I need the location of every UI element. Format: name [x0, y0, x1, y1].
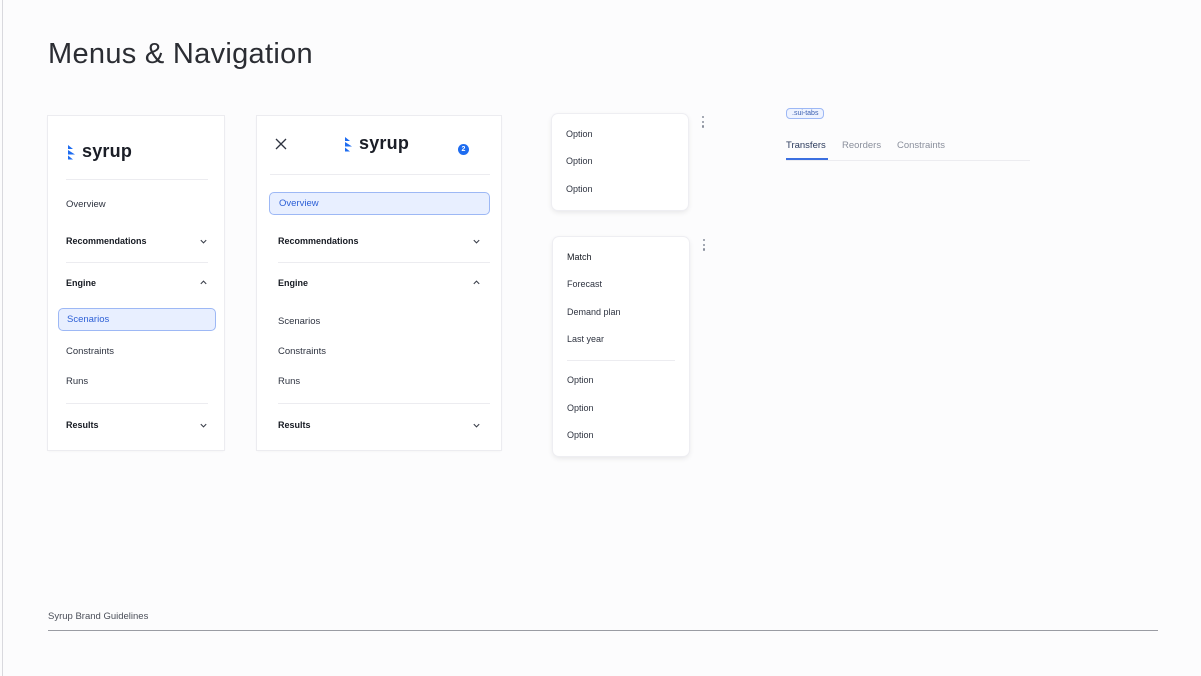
sidebar-item-recommendations[interactable]: Recommendations	[66, 235, 147, 247]
tab-baseline	[786, 160, 1030, 161]
brand-logo: syrup	[343, 133, 409, 154]
menu-item[interactable]: Option	[566, 156, 593, 166]
class-tag: .sui-tabs	[786, 108, 825, 119]
menu-item[interactable]: Option	[567, 375, 594, 385]
menu-item[interactable]: Option	[566, 129, 593, 139]
footer-divider	[48, 630, 1158, 631]
sidebar-item-overview[interactable]: Overview	[66, 198, 106, 210]
divider	[66, 262, 208, 263]
chevron-up-icon[interactable]	[472, 278, 481, 287]
dropdown-menu-grouped: Match Forecast Demand plan Last year Opt…	[553, 237, 689, 456]
menu-item-last-year[interactable]: Last year	[567, 334, 604, 344]
sidebar-item-constraints[interactable]: Constraints	[66, 345, 114, 357]
brand-logo: syrup	[66, 141, 132, 162]
sidebar-item-overview[interactable]: Overview	[269, 192, 490, 215]
tab-active-indicator	[786, 158, 828, 160]
sidebar-item-runs[interactable]: Runs	[66, 375, 88, 387]
sidebar-item-results[interactable]: Results	[278, 419, 311, 431]
close-icon[interactable]	[274, 137, 288, 151]
menu-item[interactable]: Option	[567, 403, 594, 413]
dropdown-menu: Option Option Option	[552, 114, 688, 210]
logo-mark-icon	[68, 144, 75, 159]
notification-badge[interactable]: 2	[458, 144, 469, 155]
logo-wordmark: syrup	[359, 133, 410, 153]
sidebar-item-runs[interactable]: Runs	[278, 375, 300, 387]
logo-mark-icon	[345, 136, 352, 151]
menu-item[interactable]: Option	[567, 430, 594, 440]
chevron-up-icon[interactable]	[199, 278, 208, 287]
tab-reorders[interactable]: Reorders	[842, 140, 881, 151]
sidebar-item-engine[interactable]: Engine	[66, 277, 96, 289]
divider	[278, 262, 490, 263]
kebab-menu-icon[interactable]	[703, 239, 707, 253]
sidebar-item-scenarios[interactable]: Scenarios	[278, 315, 320, 327]
sidebar-item-results[interactable]: Results	[66, 419, 99, 431]
frame-edge	[2, 0, 3, 676]
sidebar-item-engine[interactable]: Engine	[278, 277, 308, 289]
divider	[66, 179, 208, 180]
chevron-down-icon[interactable]	[199, 421, 208, 430]
divider	[270, 174, 490, 175]
menu-item-demand-plan[interactable]: Demand plan	[567, 307, 621, 317]
divider	[66, 403, 208, 404]
sidebar-item-recommendations[interactable]: Recommendations	[278, 235, 359, 247]
sidebar-item-scenarios[interactable]: Scenarios	[58, 308, 216, 331]
menu-item-match[interactable]: Match	[567, 252, 592, 262]
chevron-down-icon[interactable]	[472, 421, 481, 430]
menu-divider	[567, 360, 675, 361]
page-title: Menus & Navigation	[48, 38, 313, 70]
sidebar-item-constraints[interactable]: Constraints	[278, 345, 326, 357]
logo-wordmark: syrup	[82, 141, 133, 161]
menu-item[interactable]: Option	[566, 184, 593, 194]
menu-item-forecast[interactable]: Forecast	[567, 279, 602, 289]
tab-constraints[interactable]: Constraints	[897, 140, 945, 151]
chevron-down-icon[interactable]	[472, 237, 481, 246]
divider	[278, 403, 490, 404]
tab-transfers[interactable]: Transfers	[786, 140, 826, 151]
kebab-menu-icon[interactable]	[702, 116, 706, 130]
chevron-down-icon[interactable]	[199, 237, 208, 246]
footer-text: Syrup Brand Guidelines	[48, 611, 149, 622]
